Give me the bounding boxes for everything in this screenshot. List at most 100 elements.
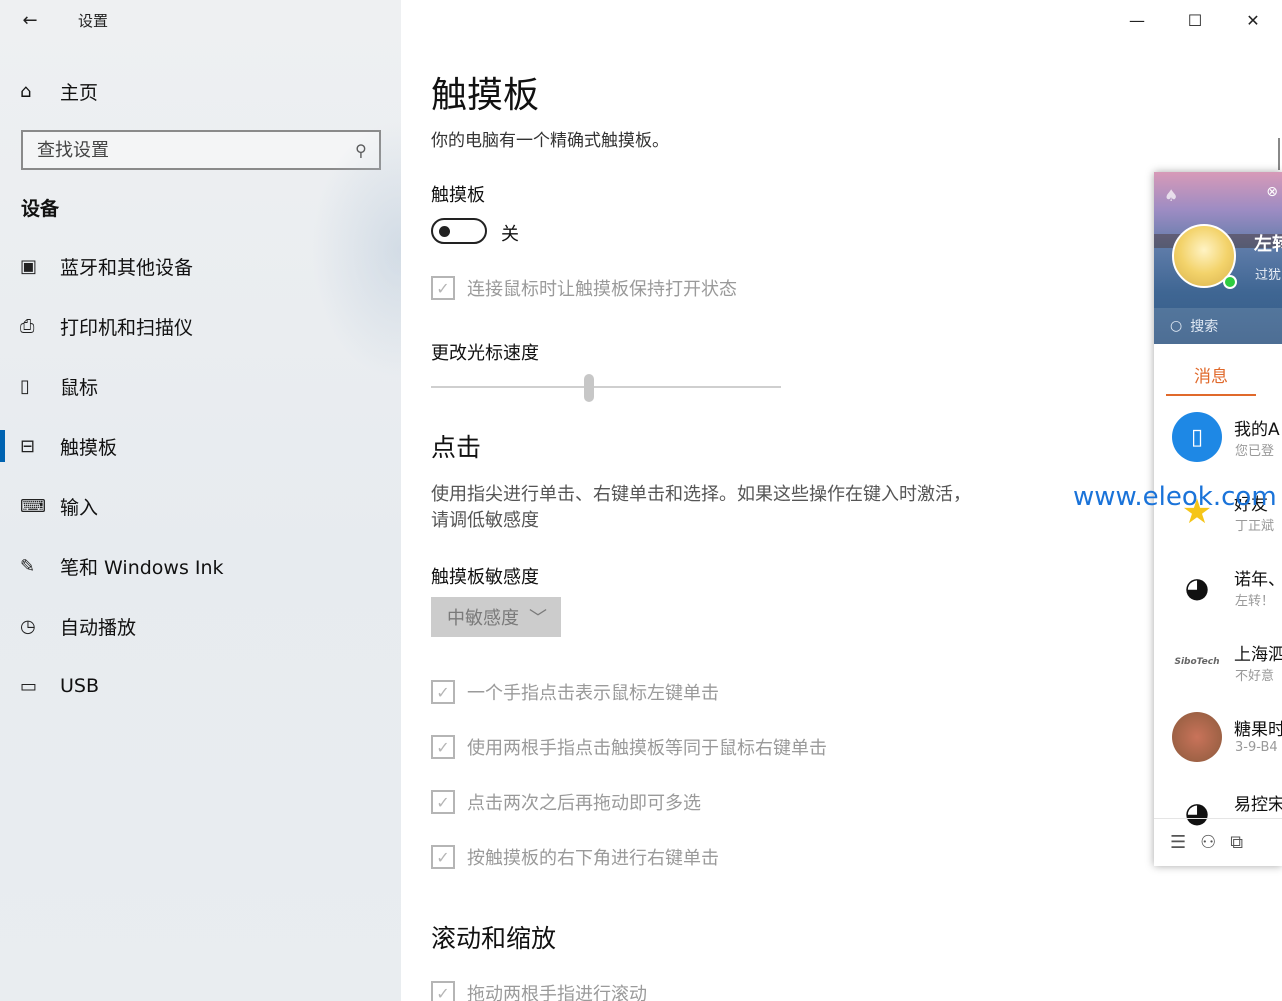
chevron-down-icon: ﹀ [529, 608, 547, 629]
sidebar-item-label: 笔和 Windows Ink [60, 556, 224, 579]
contact-message: 您已登 [1235, 444, 1275, 459]
search-icon[interactable]: ⚲ [355, 141, 367, 160]
group-avatar: ◕ [1172, 562, 1222, 612]
checkbox-label: 一个手指点击表示鼠标左键单击 [467, 683, 719, 704]
checkbox-label: 点击两次之后再拖动即可多选 [467, 793, 701, 814]
bluetooth-devices-icon: ▣ [20, 255, 38, 277]
watermark: www.eleok.com [1073, 482, 1277, 512]
toggle-knob [439, 226, 450, 237]
contact-message: 左转！ [1235, 594, 1275, 609]
autoplay-icon: ◷ [20, 615, 36, 637]
sidebar-item-label: 输入 [60, 496, 99, 519]
sidebar-item-usb[interactable]: ▭ USB [0, 656, 401, 716]
sensitivity-label: 触摸板敏感度 [431, 567, 539, 588]
checkbox-label: 拖动两根手指进行滚动 [467, 984, 647, 1001]
qq-search[interactable]: ○ 搜索 [1154, 308, 1282, 344]
touchpad-icon: ⊟ [20, 435, 36, 457]
sensitivity-value: 中敏感度 [447, 608, 519, 629]
contact-name: 糖果时 [1234, 720, 1282, 740]
active-indicator [0, 430, 5, 462]
checkmark-icon: ✓ [431, 735, 455, 759]
apps-icon[interactable]: ⧉ [1230, 832, 1243, 853]
list-item[interactable]: ◕ 诺年、 左转！ [1154, 550, 1282, 625]
sensitivity-dropdown[interactable]: 中敏感度 ﹀ [431, 597, 561, 637]
window-title-bar: ← 设置 [0, 0, 401, 40]
two-finger-tap-checkbox[interactable]: ✓ 使用两根手指点击触摸板等同于鼠标右键单击 [431, 734, 827, 760]
checkmark-icon: ✓ [431, 680, 455, 704]
contact-message: 丁正斌 [1235, 519, 1275, 534]
maximize-button[interactable]: ☐ [1166, 0, 1224, 40]
contact-message: 3-9-B4 [1235, 740, 1278, 755]
contact-name: 我的A [1234, 420, 1280, 440]
home-link[interactable]: ⌂ 主页 [20, 70, 98, 112]
one-finger-tap-checkbox[interactable]: ✓ 一个手指点击表示鼠标左键单击 [431, 679, 719, 705]
pen-icon: ✎ [20, 555, 36, 577]
taps-heading: 点击 [431, 433, 482, 462]
tap-twice-drag-checkbox[interactable]: ✓ 点击两次之后再拖动即可多选 [431, 789, 701, 815]
sidebar-item-label: 打印机和扫描仪 [60, 316, 194, 339]
sidebar-item-autoplay[interactable]: ◷ 自动播放 [0, 596, 401, 656]
window-title: 设置 [78, 11, 109, 30]
touchpad-toggle[interactable] [431, 218, 487, 244]
list-item[interactable]: 糖果时 3-9-B4 [1154, 700, 1282, 775]
sidebar-item-label: 触摸板 [60, 436, 118, 459]
minimize-button[interactable]: — [1108, 0, 1166, 40]
cursor-speed-slider[interactable] [431, 374, 781, 402]
two-finger-scroll-checkbox[interactable]: ✓ 拖动两根手指进行滚动 [431, 980, 647, 1001]
keep-on-with-mouse-checkbox[interactable]: ✓ 连接鼠标时让触摸板保持打开状态 [431, 275, 737, 301]
window-caption-buttons: — ☐ ✕ [1108, 0, 1282, 40]
taps-description: 使用指尖进行单击、右键单击和选择。如果这些操作在键入时激活，请调低敏感度 [431, 484, 971, 531]
usb-icon: ▭ [20, 675, 38, 697]
sidebar-item-mouse[interactable]: ▯ 鼠标 [0, 356, 401, 416]
list-item[interactable]: SiboTech 上海泗 不好意 [1154, 625, 1282, 700]
page-scrollbar[interactable] [1278, 138, 1280, 170]
touchpad-toggle-label: 触摸板 [431, 185, 485, 206]
home-icon: ⌂ [20, 80, 32, 102]
checkmark-icon: ✓ [431, 276, 455, 300]
settings-sidebar: ← 设置 ⌂ 主页 ⚲ 设备 ▣ 蓝牙和其他设备 ⎙ 打印机和扫描仪 ▯ 鼠标 … [0, 0, 401, 1001]
sidebar-item-label: 鼠标 [60, 376, 99, 399]
sidebar-item-pen[interactable]: ✎ 笔和 Windows Ink [0, 536, 401, 596]
contact-name: 易控宋 [1234, 795, 1282, 815]
checkmark-icon: ✓ [431, 790, 455, 814]
slider-track [431, 386, 781, 388]
menu-icon[interactable]: ☰ [1170, 832, 1186, 853]
qq-signature: 过犹 [1255, 268, 1282, 283]
mouse-icon: ▯ [20, 375, 30, 397]
sidebar-item-bluetooth[interactable]: ▣ 蓝牙和其他设备 [0, 236, 401, 296]
home-label: 主页 [60, 81, 99, 104]
corner-right-click-checkbox[interactable]: ✓ 按触摸板的右下角进行右键单击 [431, 844, 719, 870]
avatar [1172, 712, 1222, 762]
back-button[interactable]: ← [0, 0, 60, 40]
add-friend-icon[interactable]: ⚇ [1200, 832, 1216, 853]
qq-penguin-icon: ♠ [1164, 186, 1179, 205]
phone-icon: ▯ [1172, 412, 1222, 462]
qq-nickname: 左转 [1254, 234, 1282, 255]
qq-panel: ♠ ⊗ 左转 过犹 ○ 搜索 消息 ▯ 我的A 您已登 ★ 好友 丁正斌 ◕ 诺… [1154, 172, 1282, 866]
sidebar-nav: ▣ 蓝牙和其他设备 ⎙ 打印机和扫描仪 ▯ 鼠标 ⊟ 触摸板 ⌨ 输入 ✎ 笔和… [0, 236, 401, 716]
sidebar-item-label: USB [60, 675, 100, 697]
contact-name: 上海泗 [1234, 645, 1282, 665]
sibotech-logo: SiboTech [1172, 637, 1222, 687]
search-icon: ○ [1170, 318, 1183, 334]
list-item[interactable]: ▯ 我的A 您已登 [1154, 400, 1282, 475]
tab-messages[interactable]: 消息 [1166, 354, 1256, 396]
search-input[interactable] [37, 139, 317, 161]
qq-contact-list: ▯ 我的A 您已登 ★ 好友 丁正斌 ◕ 诺年、 左转！ SiboTech 上海… [1154, 400, 1282, 850]
checkbox-label: 按触摸板的右下角进行右键单击 [467, 848, 719, 869]
online-status-icon [1223, 275, 1237, 289]
qq-search-label: 搜索 [1190, 319, 1219, 335]
page-description: 你的电脑有一个精确式触摸板。 [431, 131, 669, 151]
section-heading: 设备 [21, 198, 60, 220]
qq-close-icon[interactable]: ⊗ [1266, 184, 1278, 200]
sidebar-item-label: 自动播放 [60, 616, 137, 639]
cursor-speed-label: 更改光标速度 [431, 343, 539, 364]
sidebar-item-label: 蓝牙和其他设备 [60, 256, 194, 279]
slider-thumb[interactable] [584, 374, 594, 402]
search-box[interactable]: ⚲ [21, 130, 381, 170]
sidebar-item-touchpad[interactable]: ⊟ 触摸板 [0, 416, 401, 476]
qq-toolbar: ☰ ⚇ ⧉ [1154, 818, 1282, 866]
sidebar-item-printers[interactable]: ⎙ 打印机和扫描仪 [0, 296, 401, 356]
close-button[interactable]: ✕ [1224, 0, 1282, 40]
sidebar-item-typing[interactable]: ⌨ 输入 [0, 476, 401, 536]
